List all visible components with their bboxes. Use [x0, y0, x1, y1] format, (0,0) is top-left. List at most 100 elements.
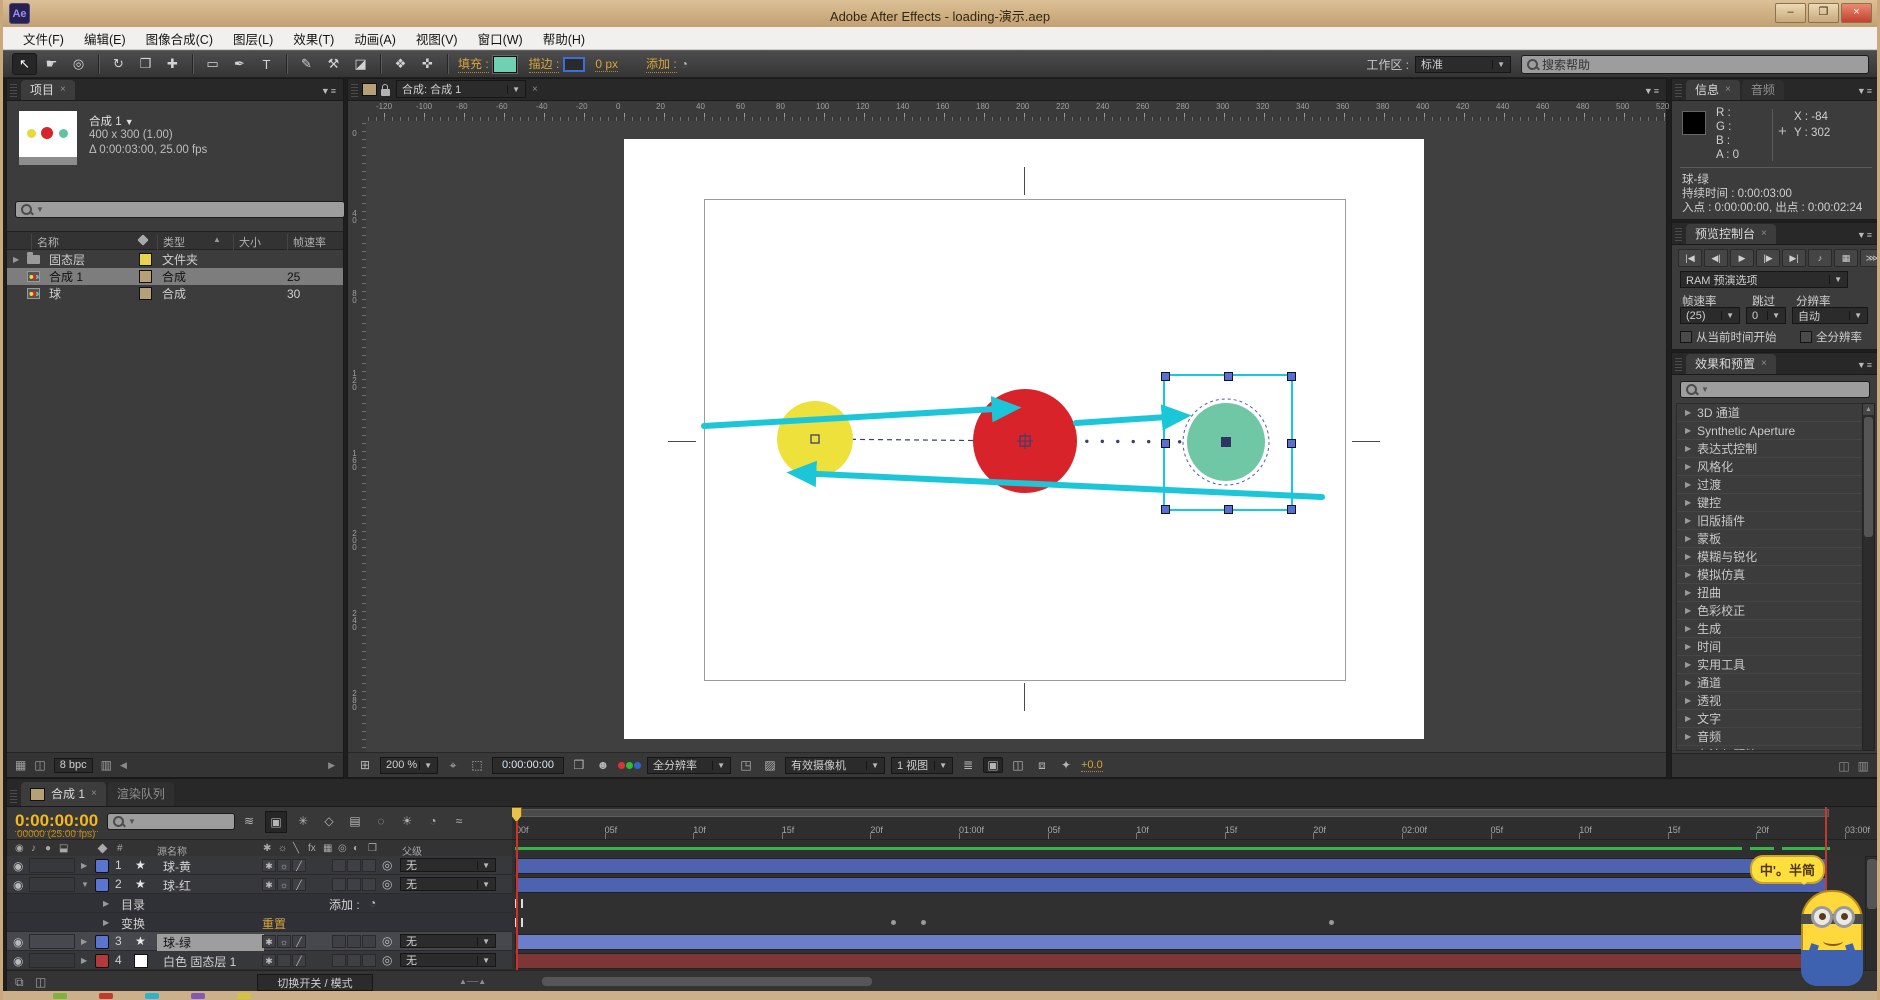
- layer-switch-icon[interactable]: ╱: [292, 859, 306, 872]
- layer-name[interactable]: 白色 固态层 1: [157, 953, 242, 970]
- expander-icon[interactable]: ▶: [81, 861, 87, 870]
- ram-preview-button[interactable]: ⋙: [1860, 249, 1880, 267]
- exposure-value[interactable]: +0.0: [1081, 759, 1103, 772]
- panel-menu-icon[interactable]: ▼≡: [321, 86, 343, 100]
- live-update-icon[interactable]: ▣: [265, 811, 287, 833]
- layer-switch-empty[interactable]: [362, 954, 376, 967]
- ime-mascot[interactable]: [1789, 884, 1875, 994]
- effects-search-input[interactable]: ▼: [1680, 381, 1870, 398]
- tab-info[interactable]: 信息×: [1686, 80, 1740, 100]
- next-frame-button[interactable]: |▶: [1756, 249, 1780, 267]
- effect-category[interactable]: ▶时间: [1677, 638, 1863, 656]
- scroll-left-icon[interactable]: ◀: [120, 760, 127, 771]
- effect-category[interactable]: ▶音频: [1677, 728, 1863, 746]
- selection-handle[interactable]: [1161, 505, 1170, 514]
- layer-row-球-黄[interactable]: ◉▶1★球-黄✱☼╱◎无▼: [7, 856, 512, 875]
- timeline-zoom-slider[interactable]: ▲──▲: [459, 977, 486, 986]
- label-color-swatch[interactable]: [139, 287, 152, 300]
- frame-blend-icon[interactable]: ▤: [345, 811, 365, 831]
- clone-stamp-tool[interactable]: ⚒: [321, 53, 346, 75]
- switch-cell[interactable]: [29, 858, 75, 873]
- view-layout-select[interactable]: 1 视图▼: [891, 757, 953, 774]
- comp-title[interactable]: 合成 1 ▼: [89, 113, 134, 129]
- ruler-corner[interactable]: [348, 101, 366, 121]
- reset-link[interactable]: 重置: [262, 915, 286, 933]
- layer-switch-empty[interactable]: [347, 935, 361, 948]
- expand-layers-icon[interactable]: ⧉: [15, 975, 24, 990]
- expand-props-icon[interactable]: ◫: [35, 975, 46, 989]
- help-search-input[interactable]: 搜索帮助: [1521, 55, 1869, 74]
- viewer-timecode[interactable]: 0:00:00:00: [492, 757, 564, 774]
- project-col-fps[interactable]: 帧速率: [287, 234, 326, 250]
- layer-switch-empty[interactable]: [362, 935, 376, 948]
- layer-switch-icon[interactable]: ☼: [277, 859, 291, 872]
- hand-tool[interactable]: ☛: [39, 53, 64, 75]
- layer-color-swatch[interactable]: [95, 859, 109, 873]
- switch-cell[interactable]: [29, 877, 75, 892]
- playhead[interactable]: [512, 807, 523, 992]
- effects-scrollbar[interactable]: ▲: [1862, 403, 1875, 751]
- draft-3d-icon[interactable]: ✳: [293, 811, 313, 831]
- layer-switch-empty[interactable]: [332, 878, 346, 891]
- zoom-tool[interactable]: ◎: [66, 53, 91, 75]
- play-button[interactable]: ▶: [1730, 249, 1754, 267]
- keyframe-dot[interactable]: [891, 920, 896, 925]
- selection-handle[interactable]: [1287, 372, 1296, 381]
- interpret-footage-icon[interactable]: ▦: [15, 758, 26, 772]
- motion-blur-icon[interactable]: ◌: [371, 811, 391, 831]
- stroke-color-swatch[interactable]: [563, 57, 585, 72]
- property-row-目录[interactable]: ▶目录添加 :◔: [7, 894, 512, 913]
- effect-category[interactable]: ▶色彩校正: [1677, 602, 1863, 620]
- work-area-bar[interactable]: [515, 809, 1829, 817]
- switch-cell[interactable]: [29, 934, 75, 949]
- layer-switch-icon[interactable]: ✱: [262, 878, 276, 891]
- property-name[interactable]: 目录: [121, 896, 145, 913]
- layer-color-swatch[interactable]: [95, 935, 109, 949]
- from-current-time-checkbox[interactable]: 从当前时间开始: [1680, 329, 1777, 345]
- effect-category[interactable]: ▶表达式控制: [1677, 440, 1863, 458]
- mini-flowchart-icon[interactable]: ≋: [239, 811, 259, 831]
- keyframe-dot[interactable]: [921, 920, 926, 925]
- pan-behind-tool[interactable]: ✚: [160, 53, 185, 75]
- workspace-select[interactable]: 标准▼: [1415, 56, 1511, 73]
- expander-icon[interactable]: ▶: [13, 255, 19, 264]
- effect-category[interactable]: ▶模拟仿真: [1677, 566, 1863, 584]
- eye-icon[interactable]: ◉: [13, 954, 23, 968]
- text-tool[interactable]: T: [254, 53, 279, 75]
- selection-handle[interactable]: [1161, 439, 1170, 448]
- layer-switch-empty[interactable]: [332, 859, 346, 872]
- project-col-size[interactable]: 大小: [233, 234, 261, 250]
- hide-shy-icon[interactable]: ◇: [319, 811, 339, 831]
- effect-category[interactable]: ▶风格化: [1677, 458, 1863, 476]
- selection-handle[interactable]: [1161, 372, 1170, 381]
- ram-preview-options-select[interactable]: RAM 预演选项▼: [1680, 271, 1848, 288]
- composition-canvas[interactable]: [366, 121, 1666, 753]
- layer-switch-icon[interactable]: ☼: [277, 878, 291, 891]
- roto-brush-tool[interactable]: ❖: [388, 53, 413, 75]
- pen-tool[interactable]: ✒: [227, 53, 252, 75]
- effect-category[interactable]: ▶通道: [1677, 674, 1863, 692]
- brush-tool[interactable]: ✎: [294, 53, 319, 75]
- effect-category[interactable]: ▶模糊与锐化: [1677, 548, 1863, 566]
- rectangle-tool[interactable]: ▭: [200, 53, 225, 75]
- camera-tool[interactable]: ❒: [133, 53, 158, 75]
- layer-switch-empty[interactable]: [362, 878, 376, 891]
- effect-category[interactable]: ▶过渡: [1677, 476, 1863, 494]
- fill-color-swatch[interactable]: [493, 56, 517, 73]
- tag-column-icon[interactable]: [137, 234, 148, 245]
- effect-category[interactable]: ▶文字: [1677, 710, 1863, 728]
- flowchart-icon[interactable]: ⧈: [1033, 758, 1051, 773]
- project-row-球[interactable]: 球合成30: [7, 285, 343, 302]
- eye-column-icon[interactable]: ◉: [15, 843, 24, 854]
- camera-select[interactable]: 有效摄像机▼: [785, 757, 885, 774]
- lock-icon[interactable]: [381, 89, 390, 96]
- fill-label[interactable]: 填充 :: [458, 55, 489, 73]
- brainstorm-icon[interactable]: ☀: [397, 811, 417, 831]
- comp-thumbnail[interactable]: [19, 111, 77, 157]
- layer-switch-empty[interactable]: [347, 859, 361, 872]
- project-col-type[interactable]: 类型: [157, 234, 185, 250]
- time-ruler[interactable]: 00f05f10f15f20f01:00f05f10f15f20f02:00f0…: [512, 807, 1880, 840]
- project-col-name[interactable]: 名称: [31, 234, 59, 250]
- pixel-aspect-icon[interactable]: ≣: [959, 758, 977, 772]
- sort-arrow-icon[interactable]: ▲: [213, 235, 221, 244]
